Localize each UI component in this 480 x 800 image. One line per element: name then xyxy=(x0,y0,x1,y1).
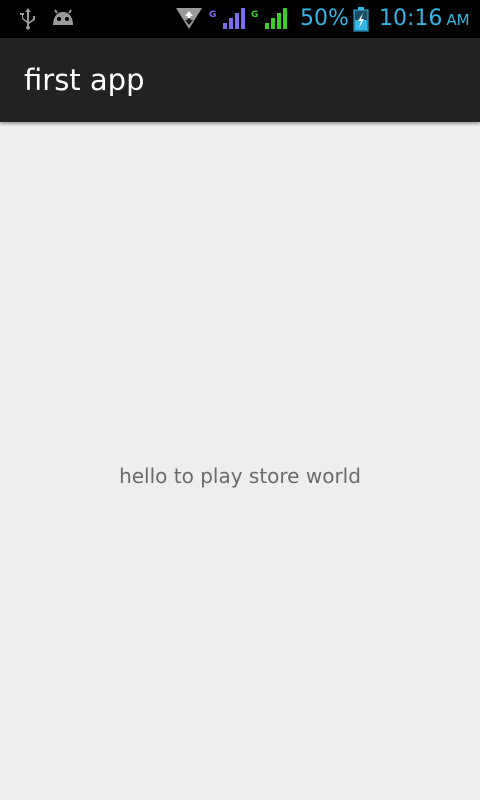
network-type-1: G xyxy=(209,10,217,20)
signal-strength-icon-2 xyxy=(265,8,287,29)
clock-time: 10:16 xyxy=(379,6,443,31)
hello-message: hello to play store world xyxy=(119,464,361,488)
main-content: hello to play store world xyxy=(0,122,480,800)
system-status-icons: G G 50% 10:16 AM xyxy=(0,0,480,38)
clock: 10:16 AM xyxy=(379,5,470,33)
battery-level: 50% xyxy=(300,6,349,31)
action-bar: first app xyxy=(0,38,480,122)
network-type-2: G xyxy=(251,10,259,20)
app-title: first app xyxy=(24,63,145,97)
status-bar: G G 50% 10:16 AM xyxy=(0,0,480,38)
battery-charging-icon xyxy=(353,7,369,32)
signal-strength-icon-1 xyxy=(223,8,245,29)
data-transfer-icon xyxy=(176,8,202,29)
clock-ampm: AM xyxy=(446,11,470,29)
